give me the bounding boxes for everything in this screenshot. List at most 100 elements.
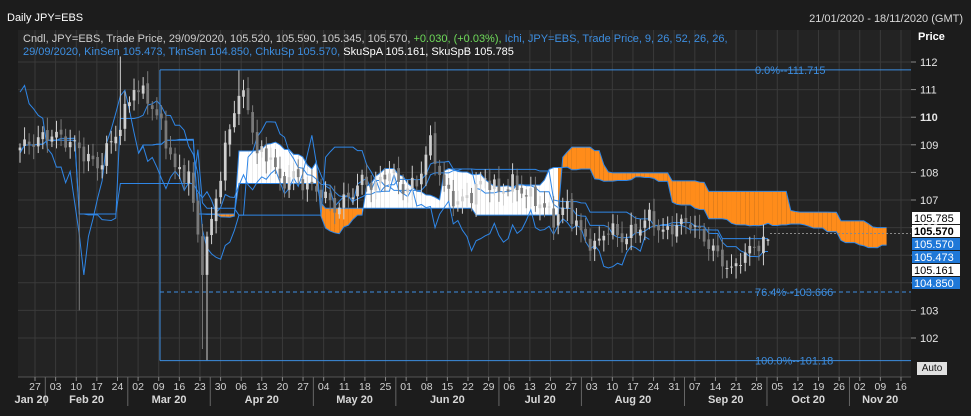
- y-tick-label: 112: [920, 57, 938, 69]
- candle-up: [456, 201, 460, 205]
- candle-down: [524, 195, 528, 197]
- candle-up: [50, 136, 54, 142]
- candle-down: [634, 223, 638, 234]
- y-tick-label: 103: [920, 305, 938, 317]
- candle-down: [497, 178, 501, 192]
- candle-up: [123, 103, 127, 129]
- x-tick-label: 05: [771, 381, 783, 393]
- candle-up: [105, 143, 109, 166]
- candle-down: [182, 165, 186, 183]
- candle-down: [32, 144, 36, 147]
- candle-up: [429, 135, 432, 156]
- x-tick-label: 31: [668, 381, 680, 393]
- candle-down: [757, 245, 761, 252]
- candle-up: [18, 147, 22, 151]
- candle-up: [479, 180, 483, 185]
- candle-up: [68, 142, 72, 148]
- candle-down: [278, 168, 282, 179]
- cloud-segment-bearish: [831, 212, 837, 232]
- x-tick-label: 06: [503, 381, 515, 393]
- x-tick-label: 11: [339, 381, 350, 393]
- candle-down: [684, 217, 688, 223]
- candle-down: [657, 225, 660, 231]
- candle-up: [465, 195, 469, 199]
- candle-down: [27, 141, 31, 146]
- candle-down: [264, 148, 268, 162]
- cloud-segment-bearish: [576, 147, 581, 170]
- cloud-segment-bearish: [854, 220, 860, 245]
- month-label: May 20: [336, 394, 373, 406]
- candle-up: [360, 174, 364, 185]
- cloud-segment-bearish: [681, 180, 686, 205]
- month-label: Jun 20: [430, 394, 465, 406]
- candle-down: [451, 190, 455, 207]
- candle-up: [474, 184, 478, 205]
- legend-senkou-values: SkuSpA 105.161, SkuSpB 105.785: [343, 46, 514, 58]
- x-tick-label: 02: [132, 381, 144, 393]
- candle-down: [543, 203, 546, 208]
- cloud-segment-bearish: [658, 172, 664, 182]
- x-tick-label: 17: [91, 381, 103, 393]
- cloud-segment-bearish: [325, 208, 331, 232]
- cloud-segment-bullish: [252, 150, 258, 184]
- cloud-segment-bearish: [357, 208, 363, 216]
- candle-up: [232, 113, 236, 128]
- candle-up: [128, 102, 131, 107]
- x-tick-label: 17: [627, 381, 639, 393]
- x-tick-label: 16: [173, 381, 185, 393]
- x-tick-label: 09: [153, 381, 165, 393]
- candle-up: [23, 139, 26, 146]
- x-tick-label: 14: [710, 381, 722, 393]
- cloud-segment-bearish: [663, 172, 668, 182]
- cloud-segment-bearish: [872, 227, 878, 248]
- candle-down: [383, 174, 387, 180]
- fib-label: 76.4%--103.666: [755, 287, 833, 299]
- x-tick-label: 13: [256, 381, 268, 393]
- candle-down: [698, 226, 701, 228]
- cloud-segment-bearish: [617, 172, 623, 181]
- candle-up: [593, 240, 597, 250]
- auto-scale-button[interactable]: Auto: [917, 362, 947, 375]
- candle-up: [260, 146, 264, 152]
- candle-up: [743, 252, 747, 263]
- x-tick-label: 29: [483, 381, 495, 393]
- candle-up: [269, 157, 273, 160]
- candle-down: [169, 147, 172, 155]
- candle-down: [447, 184, 451, 189]
- candle-up: [292, 171, 296, 178]
- candle-down: [319, 189, 323, 198]
- candle-down: [721, 249, 724, 267]
- cloud-segment-bearish: [790, 210, 796, 225]
- candle-up: [100, 165, 104, 170]
- y-tick-label: 102: [920, 333, 938, 345]
- candle-down: [369, 182, 373, 190]
- candle-up: [547, 206, 551, 208]
- candle-down: [310, 181, 314, 185]
- candle-down: [315, 186, 318, 192]
- candle-down: [579, 220, 583, 231]
- candle-down: [328, 193, 332, 201]
- x-tick-label: 07: [689, 381, 701, 393]
- price-badge-label: 104.850: [914, 278, 954, 290]
- candle-down: [506, 189, 510, 192]
- candle-up: [392, 169, 396, 174]
- y-tick-label: 107: [920, 195, 938, 207]
- candle-up: [565, 201, 569, 209]
- x-tick-label: 21: [730, 381, 742, 393]
- cloud-segment-bearish: [840, 220, 846, 243]
- candle-up: [693, 225, 697, 227]
- x-tick-label: 04: [318, 381, 330, 393]
- x-tick-label: 24: [648, 381, 660, 393]
- candle-down: [347, 192, 350, 197]
- candle-down: [570, 198, 574, 224]
- candle-down: [82, 146, 86, 162]
- x-tick-label: 03: [586, 381, 598, 393]
- price-badge-label: 105.785: [914, 213, 954, 225]
- candle-down: [707, 239, 711, 249]
- candle-up: [337, 207, 341, 215]
- candle-down: [397, 168, 400, 182]
- cloud-segment-bearish: [708, 191, 714, 219]
- cloud-segment-bearish: [863, 220, 869, 248]
- month-label: Sep 20: [708, 394, 743, 406]
- x-tick-label: 28: [751, 381, 763, 393]
